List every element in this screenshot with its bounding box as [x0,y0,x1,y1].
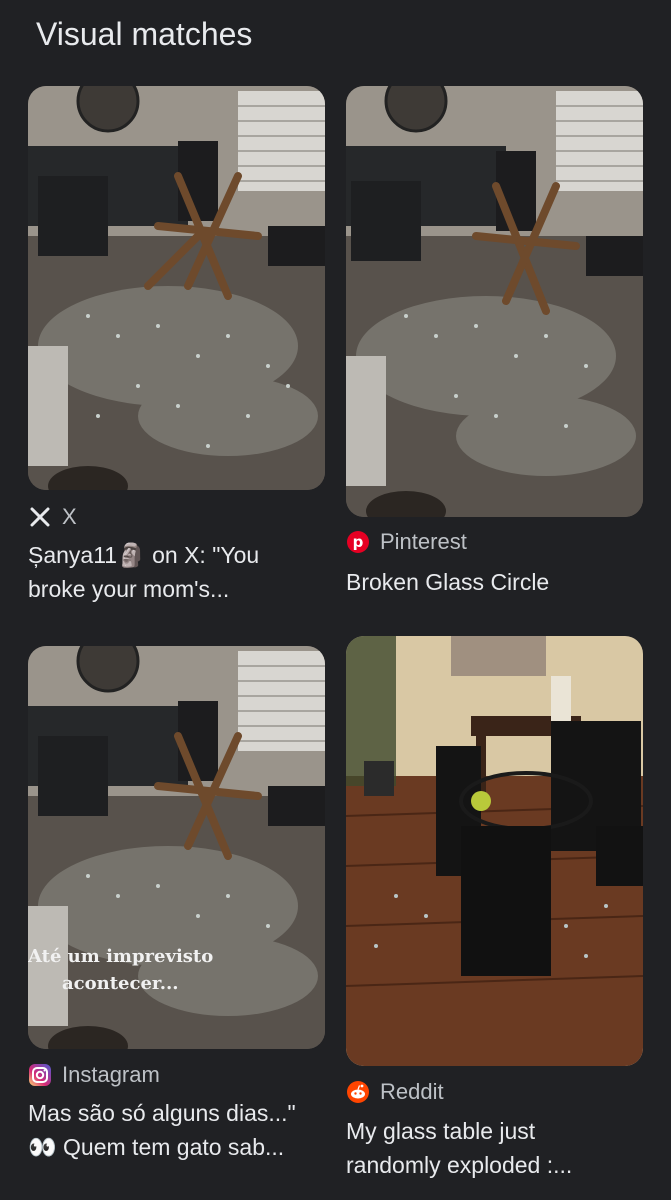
result-card-pinterest[interactable]: p Pinterest Broken Glass Circle [346,86,643,606]
result-card-x[interactable]: X Șanya11🗿 on X: "You broke your mom's..… [28,86,325,616]
svg-text:p: p [353,533,364,551]
overlay-text: acontecer... [62,973,179,994]
source-name: Reddit [380,1079,444,1104]
source-name: Instagram [62,1062,160,1087]
result-source[interactable]: Reddit [346,1077,444,1107]
result-thumbnail[interactable]: Até um imprevisto acontecer... [28,646,325,1049]
section-title: Visual matches [36,16,253,52]
broken-glass-room-image [28,86,325,490]
reddit-logo-icon [346,1080,370,1104]
result-thumbnail[interactable] [28,86,325,490]
broken-glass-room-image: Até um imprevisto acontecer... [28,646,325,1049]
result-caption[interactable]: Șanya11🗿 on X: "You broke your mom's... [28,538,338,606]
result-source[interactable]: Instagram [28,1060,160,1090]
caption-line: Broken Glass Circle [346,569,550,595]
result-caption[interactable]: My glass table just randomly exploded :.… [346,1114,656,1182]
caption-line: My glass table just [346,1118,536,1144]
result-caption[interactable]: Broken Glass Circle [346,565,656,599]
glass-table-room-image [346,636,643,1066]
result-card-instagram[interactable]: Até um imprevisto acontecer... Instagram… [28,646,325,1166]
overlay-text: Até um imprevisto [28,946,213,967]
caption-line: broke your mom's... [28,576,230,602]
result-thumbnail[interactable] [346,86,643,517]
result-card-reddit[interactable]: Reddit My glass table just randomly expl… [346,636,643,1186]
result-source[interactable]: p Pinterest [346,527,467,557]
x-logo-icon [28,505,52,529]
result-source[interactable]: X [28,502,77,532]
caption-line: Mas são só alguns dias..." [28,1100,296,1126]
pinterest-logo-icon: p [346,530,370,554]
caption-line: randomly exploded :... [346,1152,573,1178]
broken-glass-room-image [346,86,643,517]
source-name: X [62,504,77,529]
visual-matches-page: Visual matches X Șanya11🗿 on X: "You bro… [0,0,671,1200]
caption-line: 👀 Quem tem gato sab... [28,1134,285,1160]
result-caption[interactable]: Mas são só alguns dias..." 👀 Quem tem ga… [28,1096,338,1164]
caption-line: Șanya11🗿 on X: "You [28,542,260,568]
instagram-logo-icon [28,1063,52,1087]
source-name: Pinterest [380,529,467,554]
result-thumbnail[interactable] [346,636,643,1066]
